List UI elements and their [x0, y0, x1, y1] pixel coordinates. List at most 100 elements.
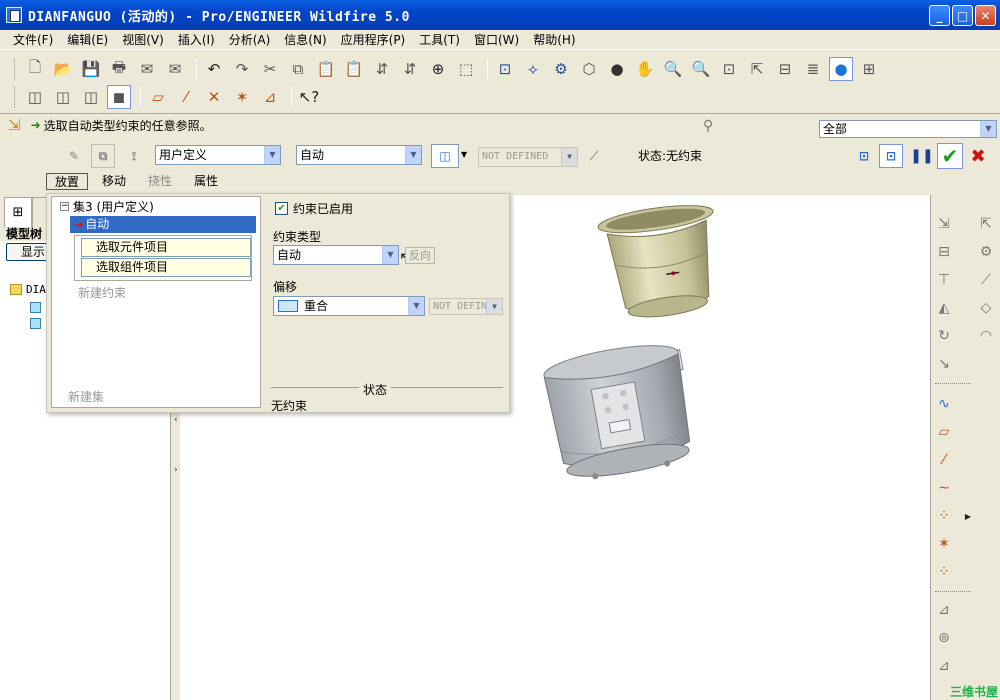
annotation-feature-icon[interactable]: ⊿ [933, 599, 955, 621]
datum-points-icon[interactable]: ✕ [202, 85, 226, 109]
spin-center-icon[interactable]: ⟡ [521, 57, 545, 81]
email-icon[interactable]: ✉ [135, 57, 159, 81]
sketch-datum-icon[interactable]: ∿ [933, 393, 955, 415]
context-help-icon[interactable]: ↖? [297, 85, 321, 109]
new-constraint-link[interactable]: 新建约束 [78, 284, 126, 301]
annotation-element-icon[interactable]: ⊚ [933, 627, 955, 649]
wireframe-icon[interactable]: ◫ [23, 85, 47, 109]
new-set-link[interactable]: 新建集 [68, 388, 104, 405]
constraint-set-title[interactable]: − 集3 (用户定义) [60, 198, 154, 215]
analysis-feature-icon[interactable]: ⁘ [933, 561, 955, 583]
regenerate-manager-icon[interactable]: ⇵ [398, 57, 422, 81]
constraint-enabled-checkbox[interactable]: ✔ [275, 202, 288, 215]
datum-axis-icon[interactable]: ⁄ [933, 449, 955, 471]
offset-type-icon[interactable]: ◫ [431, 144, 459, 168]
coord-sys-icon[interactable]: ✶ [230, 85, 254, 109]
pause-button[interactable]: ❚❚ [910, 144, 934, 168]
tab-properties[interactable]: 属性 [186, 173, 226, 190]
menu-insert[interactable]: 插入(I) [171, 31, 222, 48]
package-icon[interactable]: ⚙ [975, 241, 997, 263]
mechanism-connection-icon[interactable]: ⟟ [122, 144, 146, 168]
maximize-button[interactable]: □ [952, 5, 973, 26]
cut-icon[interactable]: ✂ [258, 57, 282, 81]
copy-icon[interactable]: ⧉ [286, 57, 310, 81]
chevron-down-icon[interactable]: ▼ [980, 121, 996, 137]
menu-help[interactable]: 帮助(H) [526, 31, 582, 48]
round-icon[interactable]: ↘ [933, 353, 955, 375]
open-icon[interactable]: 📂 [51, 57, 75, 81]
collapse-icon[interactable]: − [60, 202, 69, 211]
no-hidden-icon[interactable]: ◫ [79, 85, 103, 109]
datum-planes-icon[interactable]: ▱ [146, 85, 170, 109]
chevron-down-icon[interactable]: ▼ [264, 146, 280, 164]
datum-axes-icon[interactable]: ⁄ [174, 85, 198, 109]
annotation-list-icon[interactable]: ⊿ [933, 655, 955, 677]
chevron-down-icon[interactable]: ▼ [408, 297, 424, 315]
menu-window[interactable]: 窗口(W) [467, 31, 526, 48]
email-link-icon[interactable]: ✉ [163, 57, 187, 81]
sweep-icon[interactable]: ◇ [975, 297, 997, 319]
outer-housing-part[interactable] [542, 338, 700, 485]
assembly-window-icon[interactable]: ⊡ [879, 144, 903, 168]
toolbar-grip[interactable] [14, 87, 17, 107]
find-icon[interactable]: ⊕ [426, 57, 450, 81]
panel-offset-select[interactable]: 重合 ▼ [273, 296, 425, 316]
datum-curve-icon[interactable]: ∼ [933, 477, 955, 499]
layers-icon[interactable]: ≣ [801, 57, 825, 81]
annotations-icon[interactable]: ⊿ [258, 85, 282, 109]
component-window-icon[interactable]: ⊡ [852, 144, 876, 168]
selection-filter[interactable]: 全部 ▼ [819, 120, 997, 138]
toolbar-grip[interactable] [14, 59, 17, 79]
message-log-icon[interactable]: ⚲ [703, 118, 713, 134]
paste-special-icon[interactable]: 📋 [342, 57, 366, 81]
menu-tools[interactable]: 工具(T) [412, 31, 467, 48]
model-tree-tab[interactable]: ⊞ [4, 197, 32, 227]
constraint-enabled-row[interactable]: ✔ 约束已启用 [275, 200, 353, 217]
shading-icon[interactable]: ◼ [107, 85, 131, 109]
flip-icon[interactable]: ⟋ [582, 144, 606, 168]
datum-point-icon[interactable]: ⁘ [933, 505, 955, 527]
model-display-icon[interactable]: ● [829, 57, 853, 81]
menu-edit[interactable]: 编辑(E) [60, 31, 115, 48]
view-manager-icon[interactable]: ⊟ [773, 57, 797, 81]
repaint-icon[interactable]: ⊡ [493, 57, 517, 81]
tree-part-item[interactable] [30, 302, 45, 313]
menu-file[interactable]: 文件(F) [6, 31, 60, 48]
shell-icon[interactable]: ◠ [975, 325, 997, 347]
chevron-down-icon[interactable]: ▼ [382, 246, 398, 264]
tab-move[interactable]: 移动 [94, 173, 134, 190]
close-button[interactable]: ✕ [975, 5, 996, 26]
cancel-button[interactable]: ✖ [966, 144, 990, 168]
menu-applications[interactable]: 应用程序(P) [334, 31, 413, 48]
new-icon[interactable]: 🗋 [23, 57, 47, 81]
menu-analysis[interactable]: 分析(A) [222, 31, 278, 48]
inner-pot-part[interactable] [597, 200, 727, 323]
more-arrow-icon[interactable]: ▶ [957, 505, 979, 527]
panel-constraint-type-select[interactable]: 自动 ▼ [273, 245, 399, 265]
constraint-item-selected[interactable]: ➜ 自动 [70, 216, 256, 233]
cut-feature-icon[interactable]: ⊤ [933, 269, 955, 291]
save-icon[interactable]: 💾 [79, 57, 103, 81]
zoom-in-icon[interactable]: 🔍 [661, 57, 685, 81]
pan-icon[interactable]: ✋ [633, 57, 657, 81]
repeat-icon[interactable]: ⊟ [933, 241, 955, 263]
zoom-out-icon[interactable]: 🔍 [689, 57, 713, 81]
expand-icon[interactable]: › [174, 465, 178, 475]
setup-icon[interactable]: ⊞ [857, 57, 881, 81]
reorient-icon[interactable]: ⇱ [745, 57, 769, 81]
select-assembly-ref[interactable]: 选取组件项目 [81, 258, 251, 277]
menu-view[interactable]: 视图(V) [115, 31, 171, 48]
tab-placement[interactable]: 放置 [46, 173, 89, 190]
refit-icon[interactable]: ⊡ [717, 57, 741, 81]
edit-constraint-icon[interactable]: ✎ [62, 144, 86, 168]
regenerate-icon[interactable]: ⇵ [370, 57, 394, 81]
orient-icon[interactable]: ⚙ [549, 57, 573, 81]
sketch-icon[interactable]: ⟋ [975, 269, 997, 291]
revolve-icon[interactable]: ◭ [933, 297, 955, 319]
chevron-down-icon[interactable]: ▼ [405, 146, 421, 164]
select-box-icon[interactable]: ⬚ [454, 57, 478, 81]
coordinate-system-icon[interactable]: ✶ [933, 533, 955, 555]
datum-plane-icon[interactable]: ▱ [933, 421, 955, 443]
offset-dropdown-icon[interactable]: ▼ [461, 150, 467, 159]
constraint-set-select[interactable]: 用户定义 ▼ [155, 145, 281, 165]
